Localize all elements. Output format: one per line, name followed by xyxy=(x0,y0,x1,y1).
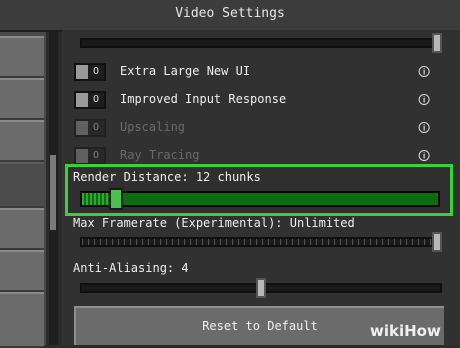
wikihow-watermark: wikiHow xyxy=(370,322,441,340)
max-framerate-label: Max Framerate (Experimental): Unlimited xyxy=(73,216,355,230)
toggle-state: O xyxy=(93,122,100,133)
toggle-knob xyxy=(76,121,88,135)
toggle-knob xyxy=(76,65,88,79)
toggle-knob xyxy=(76,93,88,107)
anti-aliasing-label: Anti-Aliasing: 4 xyxy=(73,261,189,275)
render-distance-slider-fill xyxy=(82,193,110,205)
toggle-ray-tracing: O xyxy=(74,147,106,165)
max-framerate-slider-thumb[interactable] xyxy=(432,232,442,252)
title-bar: Video Settings xyxy=(0,0,460,32)
sidebar-button[interactable] xyxy=(0,78,44,120)
option-label-upscaling: Upscaling xyxy=(120,120,186,134)
sidebar-button[interactable] xyxy=(0,36,44,78)
max-framerate-slider-track[interactable] xyxy=(80,237,442,247)
lightbulb-icon[interactable]: 🛈 xyxy=(418,119,430,140)
sidebar xyxy=(0,32,46,348)
sidebar-button[interactable] xyxy=(0,120,44,162)
render-distance-slider-thumb[interactable] xyxy=(109,188,123,210)
toggle-state: O xyxy=(93,66,100,77)
window-title: Video Settings xyxy=(175,6,285,21)
toggle-upscaling: O xyxy=(74,119,106,137)
sidebar-scrollbar-thumb[interactable] xyxy=(50,155,56,230)
sidebar-button[interactable] xyxy=(0,208,44,250)
option-label-improved-input: Improved Input Response xyxy=(120,92,287,106)
top-slider-track[interactable] xyxy=(80,38,442,48)
sidebar-button[interactable] xyxy=(0,250,44,292)
render-distance-slider-track[interactable] xyxy=(80,191,440,207)
top-slider-thumb[interactable] xyxy=(432,33,442,53)
toggle-state: O xyxy=(93,150,100,161)
option-label-extra-large-ui: Extra Large New UI xyxy=(120,64,251,78)
anti-aliasing-slider-thumb[interactable] xyxy=(256,278,266,298)
option-label-ray-tracing: Ray Tracing xyxy=(120,148,200,162)
render-distance-label: Render Distance: 12 chunks xyxy=(73,170,261,184)
sidebar-button[interactable] xyxy=(0,292,44,348)
toggle-state: O xyxy=(93,94,100,105)
toggle-improved-input[interactable]: O xyxy=(74,91,106,109)
toggle-knob xyxy=(76,149,88,163)
lightbulb-icon[interactable]: 🛈 xyxy=(418,63,430,84)
sidebar-button-active[interactable] xyxy=(0,162,44,208)
lightbulb-icon[interactable]: 🛈 xyxy=(418,91,430,112)
toggle-extra-large-ui[interactable]: O xyxy=(74,63,106,81)
